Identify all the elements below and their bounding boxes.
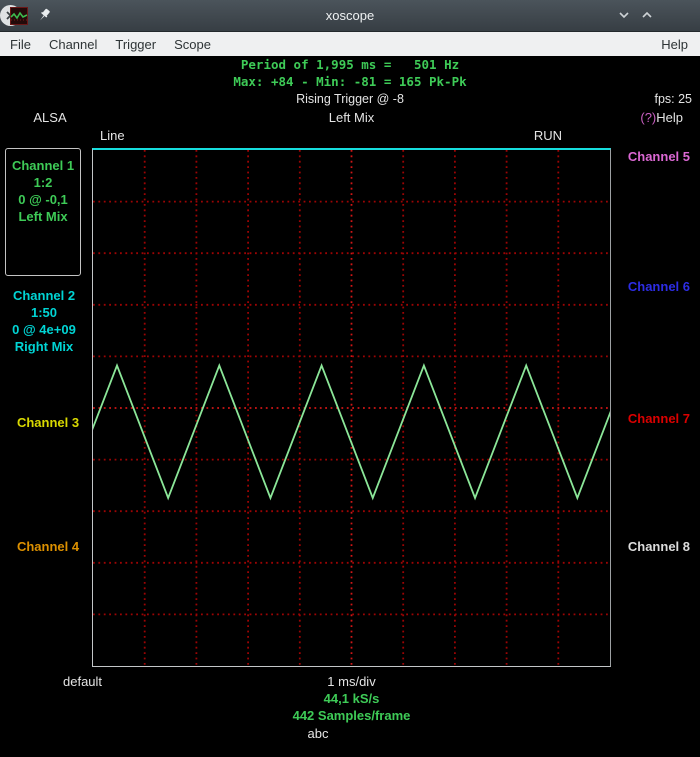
- channel-2-scale: 1:50: [0, 304, 88, 321]
- menu-help[interactable]: Help: [649, 37, 700, 52]
- maximize-button[interactable]: [637, 5, 657, 25]
- help-link-label: Help: [656, 110, 683, 125]
- device-label: ALSA: [0, 110, 100, 125]
- minmax-readout: Max: +84 - Min: -81 = 165 Pk-Pk: [0, 74, 700, 89]
- channel-2-label: Channel 2: [0, 287, 88, 304]
- active-source-label: Left Mix: [92, 110, 611, 125]
- channel-1-box[interactable]: Channel 1 1:2 0 @ -0,1 Left Mix: [5, 148, 81, 276]
- channel-1-source: Left Mix: [6, 208, 80, 225]
- xoscope-window: xoscope File Channel Trigger Scope Help …: [0, 0, 700, 757]
- channel-2-box[interactable]: Channel 2 1:50 0 @ 4e+09 Right Mix: [0, 287, 88, 355]
- channel-2-source: Right Mix: [0, 338, 88, 355]
- menu-channel[interactable]: Channel: [40, 37, 106, 52]
- channel-7-label[interactable]: Channel 7: [628, 411, 690, 426]
- scope-display[interactable]: [92, 148, 611, 667]
- sample-rate-label: 44,1 kS/s: [92, 691, 611, 706]
- channel-8-label[interactable]: Channel 8: [628, 539, 690, 554]
- timebase-label: 1 ms/div: [92, 674, 611, 689]
- trigger-readout: Rising Trigger @ -8: [0, 92, 700, 106]
- minimize-button[interactable]: [614, 5, 634, 25]
- channel-3-label[interactable]: Channel 3: [0, 415, 96, 430]
- channel-6-label[interactable]: Channel 6: [628, 279, 690, 294]
- help-link[interactable]: (?)Help: [640, 110, 683, 125]
- fps-readout: fps: 25: [654, 92, 692, 106]
- channel-1-position: 0 @ -0,1: [6, 191, 80, 208]
- scope-canvas: [93, 150, 610, 666]
- store-register-label: abc: [92, 726, 544, 741]
- window-title: xoscope: [0, 8, 700, 23]
- run-status-label[interactable]: RUN: [534, 128, 562, 143]
- channel-5-label[interactable]: Channel 5: [628, 149, 690, 164]
- samples-per-frame-label: 442 Samples/frame: [92, 708, 611, 723]
- menubar: File Channel Trigger Scope Help: [0, 32, 700, 56]
- menu-trigger[interactable]: Trigger: [106, 37, 165, 52]
- channel-1-label: Channel 1: [6, 157, 80, 174]
- help-question-icon: (?): [640, 110, 656, 125]
- trigger-source-label: Line: [100, 128, 125, 143]
- channel-4-label[interactable]: Channel 4: [0, 539, 96, 554]
- channel-2-position: 0 @ 4e+09: [0, 321, 88, 338]
- titlebar: xoscope: [0, 0, 700, 32]
- period-readout: Period of 1,995 ms = 501 Hz: [0, 57, 700, 72]
- channel-1-scale: 1:2: [6, 174, 80, 191]
- menu-scope[interactable]: Scope: [165, 37, 220, 52]
- menu-file[interactable]: File: [0, 37, 40, 52]
